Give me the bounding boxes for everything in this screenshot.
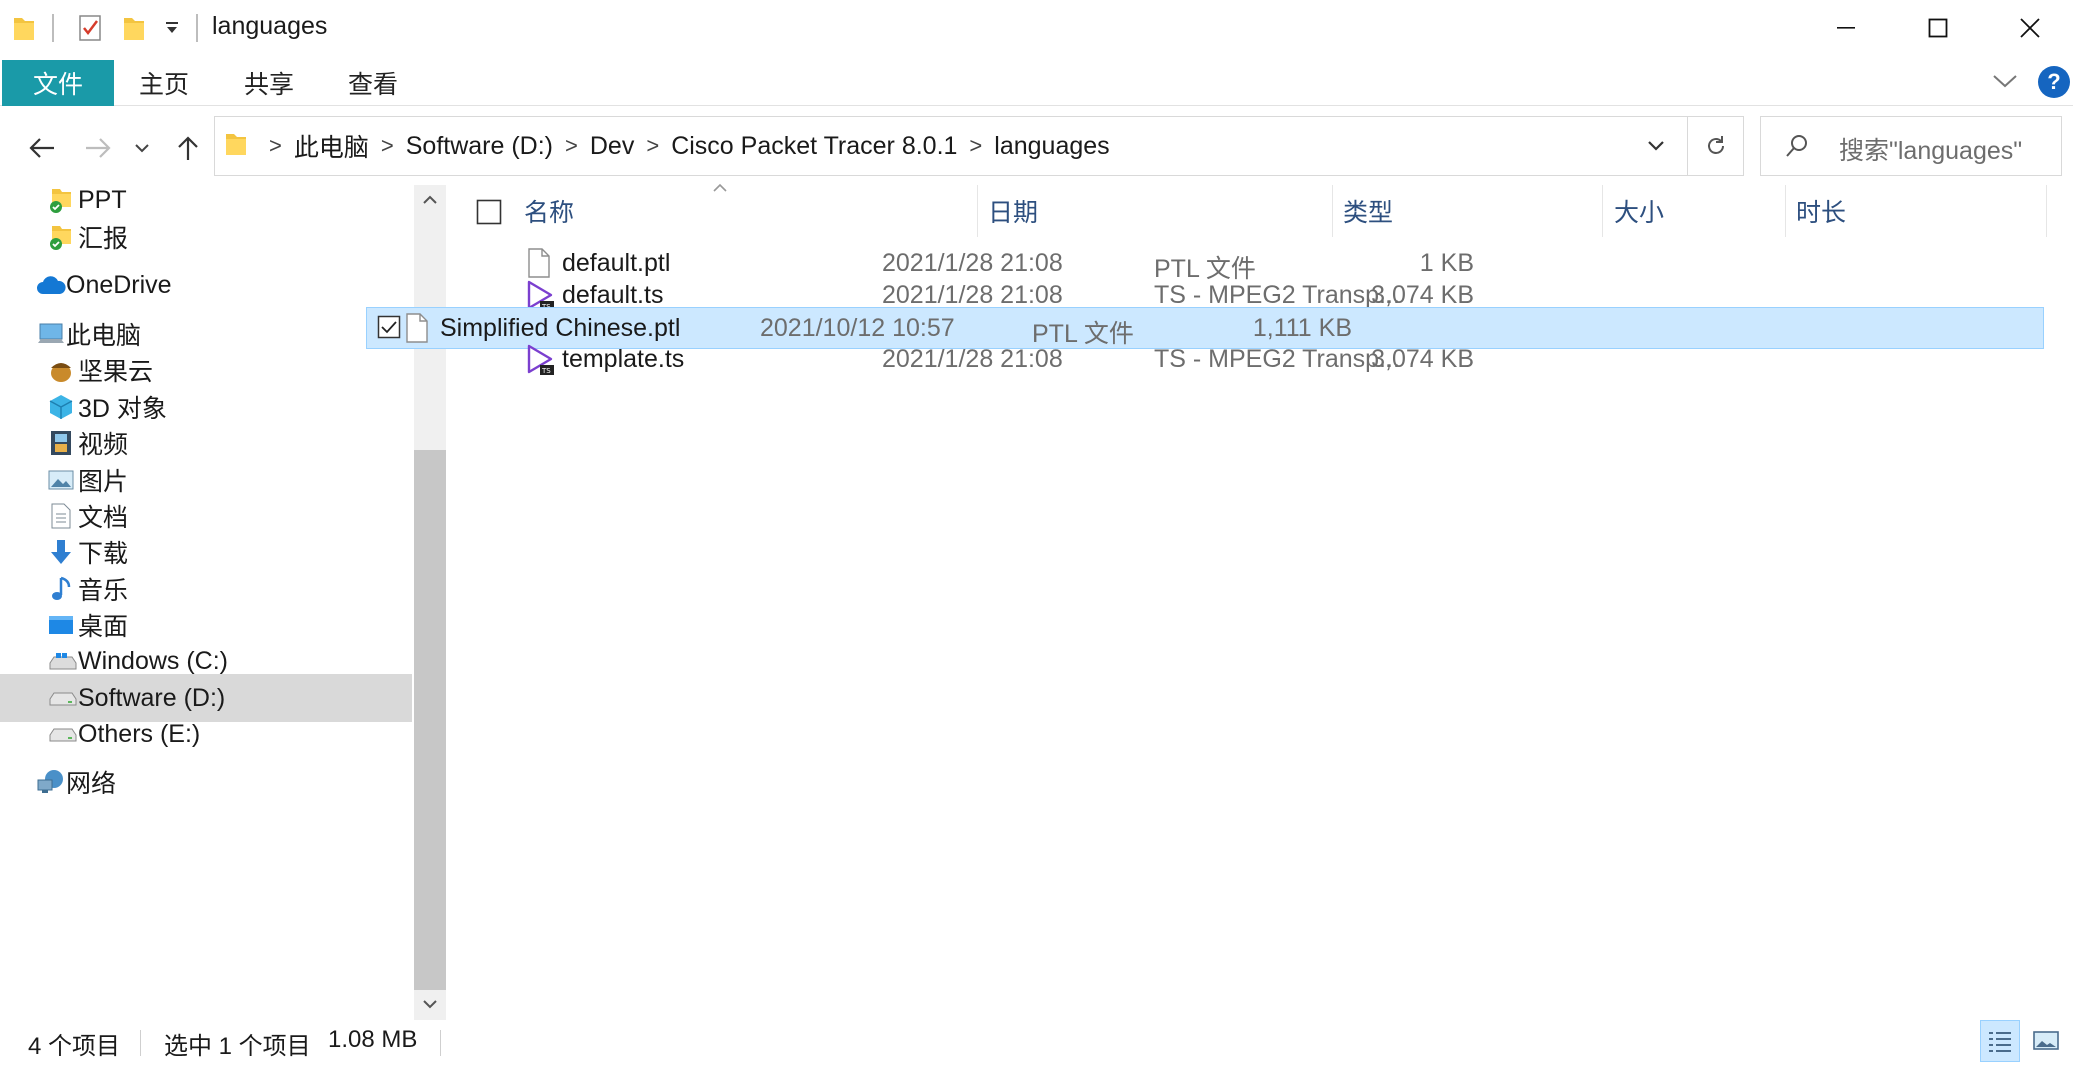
breadcrumb-software-drive[interactable]: Software (D:) — [406, 132, 553, 161]
file-size: 1 KB — [1419, 249, 1474, 277]
scroll-down-icon[interactable] — [422, 997, 438, 1015]
file-size: 3,074 KB — [1371, 345, 1474, 373]
document-icon — [46, 501, 76, 531]
folder-sync-icon — [46, 185, 76, 215]
tab-file[interactable]: 文件 — [2, 60, 114, 106]
help-button[interactable]: ? — [2038, 66, 2070, 98]
status-bar: 4 个项目 选中 1 个项目 1.08 MB — [0, 1020, 2073, 1065]
column-header-size[interactable]: 大小 — [1614, 185, 1664, 237]
folder-icon — [225, 130, 247, 163]
title-bar: languages — [0, 0, 2073, 56]
refresh-icon — [1708, 136, 1724, 154]
picture-icon — [46, 465, 76, 495]
selection-size: 1.08 MB — [328, 1026, 418, 1053]
sort-ascending-icon — [712, 180, 728, 198]
back-arrow-icon — [29, 138, 54, 158]
file-row[interactable]: TS template.ts 2021/1/28 21:08 TS - MPEG… — [482, 339, 2042, 381]
file-name: template.ts — [562, 345, 685, 373]
maximize-icon — [1928, 18, 1948, 38]
details-view-button[interactable] — [1980, 1020, 2020, 1062]
refresh-button[interactable] — [1687, 117, 1744, 175]
back-button[interactable] — [22, 120, 62, 176]
sidebar-item-report[interactable]: 汇报 — [0, 214, 412, 260]
sidebar-item-onedrive[interactable]: OneDrive — [0, 262, 412, 308]
new-folder-icon[interactable] — [122, 14, 146, 47]
file-date: 2021/1/28 21:08 — [882, 281, 1063, 309]
chevron-down-icon — [135, 144, 149, 153]
forward-button[interactable] — [78, 120, 118, 176]
download-arrow-icon — [46, 537, 76, 567]
cloud-icon — [36, 270, 66, 300]
search-placeholder: 搜索"languages" — [1839, 137, 2023, 165]
computer-icon — [36, 319, 66, 349]
minimize-icon — [1837, 27, 1855, 29]
network-icon — [36, 767, 66, 797]
address-bar[interactable]: > 此电脑 > Software (D:) > Dev > Cisco Pack… — [214, 116, 1744, 176]
breadcrumb-separator[interactable]: > — [381, 133, 394, 159]
windows-drive-icon — [48, 646, 78, 676]
file-name: default.ts — [562, 281, 664, 309]
sidebar-item-network[interactable]: 网络 — [0, 759, 412, 805]
tab-home[interactable]: 主页 — [118, 60, 210, 106]
blank-file-icon — [404, 312, 434, 346]
forward-arrow-icon — [86, 138, 111, 158]
folder-sync-icon — [46, 222, 76, 252]
item-count: 4 个项目 — [28, 1033, 121, 1060]
file-list: 名称 日期 类型 大小 时长 default.ptl 2021/1/28 21:… — [366, 183, 2060, 1020]
large-icons-view-button[interactable] — [2026, 1020, 2066, 1062]
music-note-icon — [46, 574, 76, 604]
drive-icon — [48, 683, 78, 713]
chevron-down-icon — [1648, 141, 1664, 151]
file-name: default.ptl — [562, 249, 671, 277]
up-button[interactable] — [168, 120, 208, 176]
drive-icon — [48, 719, 78, 749]
selection-count: 选中 1 个项目 — [164, 1033, 311, 1060]
column-header-type[interactable]: 类型 — [1343, 185, 1393, 237]
close-icon — [2020, 18, 2040, 38]
column-header-name[interactable]: 名称 — [524, 185, 574, 237]
search-icon — [1785, 133, 1809, 164]
breadcrumb-dev[interactable]: Dev — [590, 132, 634, 161]
breadcrumb-this-pc[interactable]: 此电脑 — [294, 128, 369, 164]
cube-icon — [46, 392, 76, 422]
desktop-icon — [46, 610, 76, 640]
ribbon-tabs: 文件 主页 共享 查看 ? — [0, 56, 2073, 106]
breadcrumb-separator[interactable]: > — [565, 133, 578, 159]
film-icon — [46, 428, 76, 458]
breadcrumb-separator[interactable]: > — [646, 133, 659, 159]
breadcrumb-languages[interactable]: languages — [994, 132, 1109, 161]
file-date: 2021/1/28 21:08 — [882, 345, 1063, 373]
address-history-dropdown[interactable] — [1625, 117, 1687, 175]
window-title: languages — [212, 12, 328, 40]
breadcrumb-cisco-packet-tracer[interactable]: Cisco Packet Tracer 8.0.1 — [671, 132, 957, 161]
details-view-icon — [1989, 1032, 2011, 1052]
column-header-date[interactable]: 日期 — [988, 185, 1038, 237]
customize-toolbar-dropdown-icon[interactable] — [164, 20, 180, 41]
breadcrumb-separator[interactable]: > — [969, 133, 982, 159]
file-date: 2021/1/28 21:08 — [882, 249, 1063, 277]
up-arrow-icon — [178, 136, 198, 160]
breadcrumb-separator[interactable]: > — [269, 133, 282, 159]
folder-icon — [12, 14, 36, 47]
row-checkbox-checked[interactable] — [377, 315, 401, 346]
minimize-button[interactable] — [1800, 0, 1892, 56]
close-button[interactable] — [1984, 0, 2073, 56]
tab-view[interactable]: 查看 — [326, 60, 420, 106]
svg-text:TS: TS — [541, 367, 551, 375]
expand-ribbon-chevron-icon[interactable] — [1992, 72, 2018, 95]
properties-icon[interactable] — [78, 14, 104, 47]
recent-locations-button[interactable] — [128, 120, 156, 176]
large-icons-view-icon — [2033, 1031, 2059, 1050]
maximize-button[interactable] — [1892, 0, 1984, 56]
column-header-duration[interactable]: 时长 — [1796, 185, 1846, 237]
select-all-checkbox[interactable] — [476, 199, 502, 230]
search-box[interactable]: 搜索"languages" — [1760, 116, 2062, 176]
scrollbar-thumb[interactable] — [414, 450, 446, 990]
ts-video-file-icon: TS — [526, 343, 556, 377]
sidebar-item-others-e[interactable]: Others (E:) — [0, 711, 412, 757]
file-size: 3,074 KB — [1371, 281, 1474, 309]
scroll-up-icon[interactable] — [422, 193, 438, 211]
tab-share[interactable]: 共享 — [222, 60, 316, 106]
nut-icon — [46, 355, 76, 385]
